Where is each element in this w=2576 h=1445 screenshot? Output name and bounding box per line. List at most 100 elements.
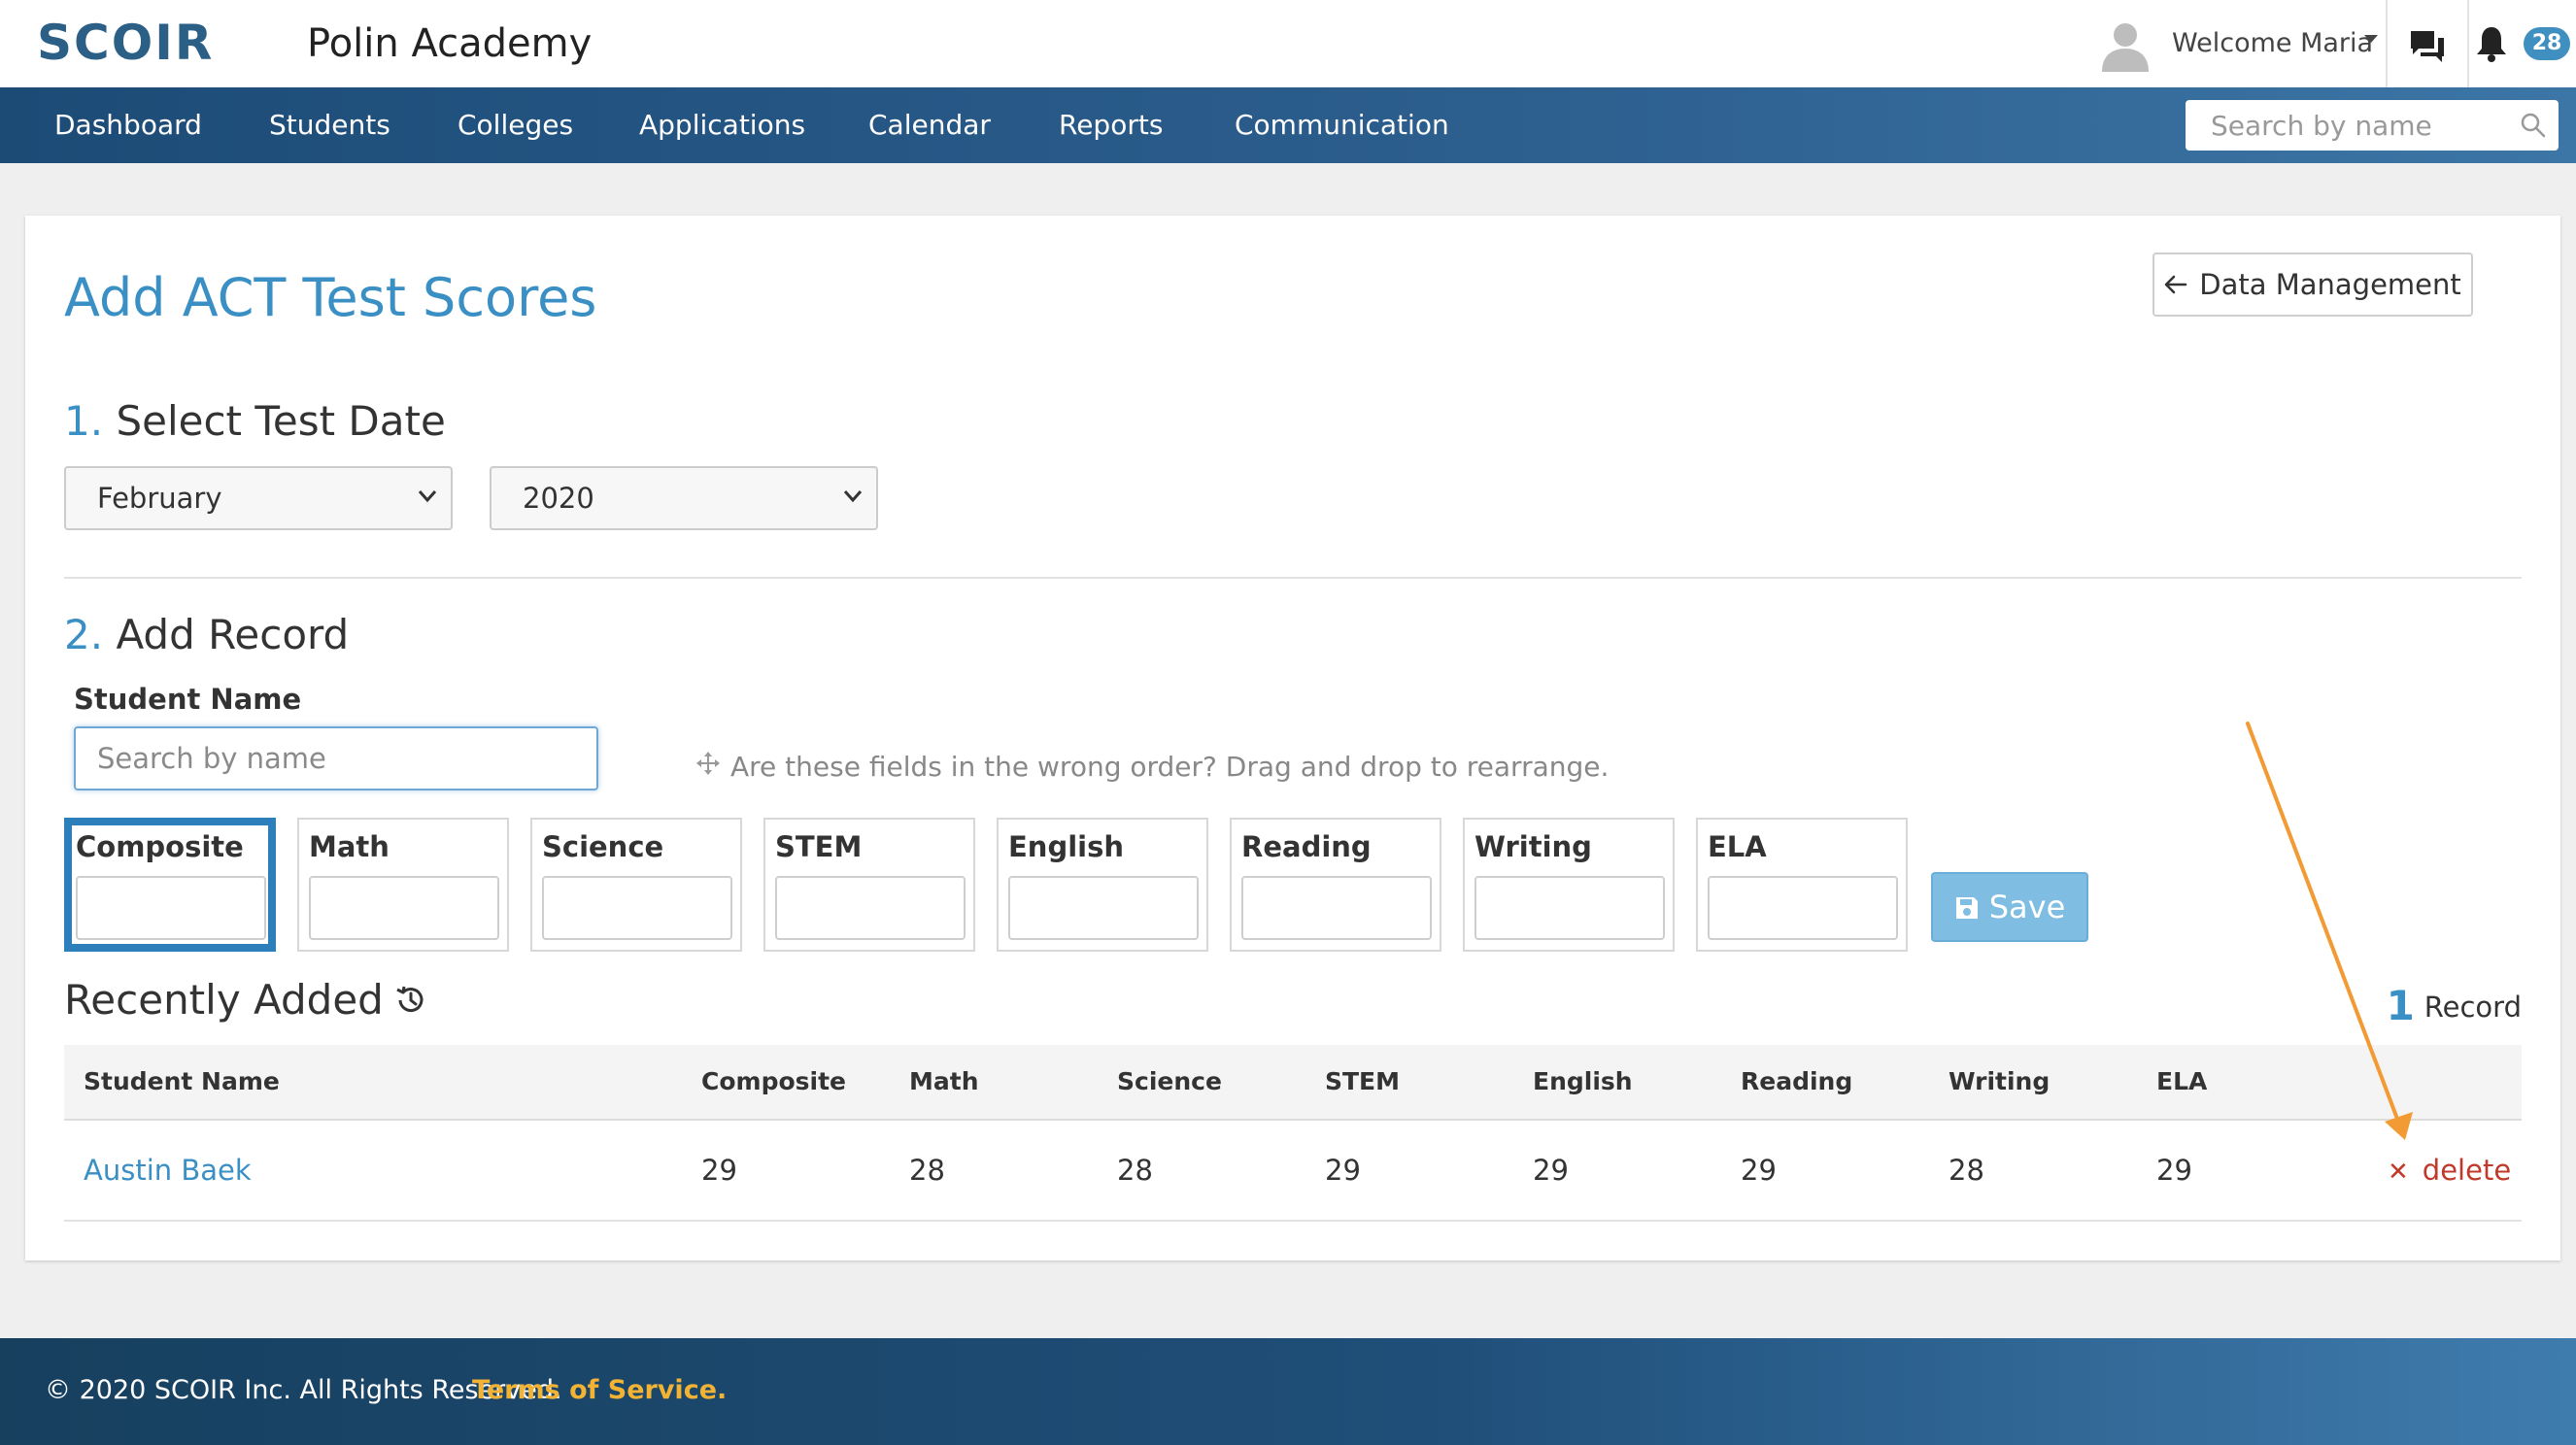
- chevron-down-icon[interactable]: [2364, 35, 2378, 43]
- score-cell: 29: [1533, 1154, 1569, 1187]
- welcome-user-menu[interactable]: Welcome Maria: [2172, 25, 2373, 62]
- score-field-english[interactable]: English: [997, 818, 1208, 952]
- data-management-button[interactable]: Data Management: [2152, 252, 2473, 317]
- score-cell: 29: [1325, 1154, 1361, 1187]
- nav-reports[interactable]: Reports: [1059, 87, 1163, 163]
- record-count-label: Record: [2423, 991, 2522, 1024]
- score-field-writing[interactable]: Writing: [1463, 818, 1675, 952]
- score-field-composite[interactable]: Composite: [64, 818, 276, 952]
- student-search-box: [74, 726, 598, 790]
- step2-title: Add Record: [116, 611, 350, 658]
- recently-added-title: Recently Added: [64, 976, 384, 1024]
- page-title: Add ACT Test Scores: [64, 267, 597, 328]
- score-cell: 29: [2156, 1154, 2192, 1187]
- step2-heading: 2. Add Record: [64, 608, 349, 662]
- column-header[interactable]: Science: [1117, 1045, 1222, 1119]
- math-score-input[interactable]: [309, 876, 499, 940]
- column-header[interactable]: Composite: [701, 1045, 846, 1119]
- record-count-number: 1: [2386, 982, 2415, 1029]
- main-card: Add ACT Test Scores Data Management 1. S…: [25, 216, 2560, 1260]
- composite-score-input[interactable]: [76, 876, 266, 940]
- nav-applications[interactable]: Applications: [639, 87, 805, 163]
- score-field-math[interactable]: Math: [297, 818, 509, 952]
- month-select-value: February: [97, 482, 222, 515]
- score-cell: 28: [909, 1154, 945, 1187]
- score-field-label: Science: [542, 830, 664, 863]
- ela-score-input[interactable]: [1708, 876, 1898, 940]
- nav-search-box: [2186, 100, 2559, 151]
- score-field-label: Writing: [1474, 830, 1592, 863]
- stem-score-input[interactable]: [775, 876, 966, 940]
- step2-number: 2.: [64, 611, 104, 658]
- column-header[interactable]: ELA: [2156, 1045, 2207, 1119]
- header-divider: [2467, 0, 2469, 87]
- notification-badge[interactable]: 28: [2524, 27, 2570, 60]
- table-row: Austin Baek 29 28 28 29 29 29 28 29 ✕ del…: [64, 1121, 2522, 1222]
- chevron-down-icon: [418, 490, 437, 503]
- main-nav: Dashboard Students Colleges Applications…: [0, 87, 2576, 163]
- score-field-stem[interactable]: STEM: [763, 818, 975, 952]
- student-name-link[interactable]: Austin Baek: [84, 1121, 252, 1220]
- user-avatar-icon[interactable]: [2098, 17, 2152, 72]
- search-icon[interactable]: [2520, 112, 2547, 139]
- nav-colleges[interactable]: Colleges: [458, 87, 573, 163]
- column-header[interactable]: Student Name: [84, 1045, 280, 1119]
- year-select-value: 2020: [523, 482, 594, 515]
- table-header: Student Name Composite Math Science STEM…: [64, 1045, 2522, 1121]
- section-divider: [64, 577, 2522, 579]
- month-select[interactable]: February: [64, 466, 453, 530]
- step1-heading: 1. Select Test Date: [64, 394, 446, 449]
- column-header[interactable]: English: [1533, 1045, 1633, 1119]
- drag-hint: Are these fields in the wrong order? Dra…: [695, 748, 1609, 787]
- writing-score-input[interactable]: [1474, 876, 1665, 940]
- column-header[interactable]: Math: [909, 1045, 979, 1119]
- nav-communication[interactable]: Communication: [1235, 87, 1449, 163]
- floppy-disk-icon: [1955, 897, 1978, 919]
- nav-dashboard[interactable]: Dashboard: [54, 87, 202, 163]
- score-field-label: ELA: [1708, 830, 1767, 863]
- reading-score-input[interactable]: [1241, 876, 1432, 940]
- scoir-logo[interactable]: SCOIR: [37, 14, 214, 72]
- english-score-input[interactable]: [1008, 876, 1199, 940]
- score-field-reading[interactable]: Reading: [1230, 818, 1441, 952]
- arrow-left-icon: [2165, 275, 2187, 294]
- score-field-label: English: [1008, 830, 1125, 863]
- top-header: SCOIR Polin Academy Welcome Maria 28: [0, 0, 2576, 87]
- score-field-science[interactable]: Science: [530, 818, 742, 952]
- year-select[interactable]: 2020: [490, 466, 878, 530]
- delete-button[interactable]: ✕ delete: [2388, 1121, 2511, 1222]
- history-icon: [396, 986, 424, 1013]
- chat-icon[interactable]: [2409, 29, 2446, 64]
- save-button[interactable]: Save: [1931, 872, 2088, 942]
- bell-icon[interactable]: [2475, 25, 2508, 62]
- column-header[interactable]: STEM: [1325, 1045, 1400, 1119]
- delete-label: delete: [2422, 1154, 2512, 1187]
- header-divider: [2386, 0, 2388, 87]
- column-header[interactable]: Reading: [1741, 1045, 1852, 1119]
- step1-title: Select Test Date: [116, 397, 446, 445]
- student-search-input[interactable]: [76, 728, 596, 789]
- score-cell: 29: [1741, 1154, 1777, 1187]
- score-cell: 28: [1117, 1154, 1153, 1187]
- page-footer: © 2020 SCOIR Inc. All Rights Reserved. T…: [0, 1338, 2576, 1445]
- score-field-label: Reading: [1241, 830, 1372, 863]
- score-field-label: Composite: [76, 830, 244, 863]
- score-cell: 29: [701, 1154, 737, 1187]
- save-button-label: Save: [1988, 889, 2066, 925]
- data-management-label: Data Management: [2199, 268, 2461, 301]
- column-header[interactable]: Writing: [1949, 1045, 2050, 1119]
- student-name-label: Student Name: [74, 683, 302, 716]
- score-field-ela[interactable]: ELA: [1696, 818, 1908, 952]
- nav-search-input[interactable]: [2186, 100, 2506, 151]
- nav-students[interactable]: Students: [269, 87, 390, 163]
- drag-hint-text: Are these fields in the wrong order? Dra…: [730, 751, 1610, 783]
- score-field-label: STEM: [775, 830, 863, 863]
- nav-calendar[interactable]: Calendar: [868, 87, 991, 163]
- record-count: 1 Record: [2387, 985, 2522, 1028]
- science-score-input[interactable]: [542, 876, 732, 940]
- chevron-down-icon: [843, 490, 863, 503]
- recently-added-heading: Recently Added: [64, 973, 428, 1027]
- score-cell: 28: [1949, 1154, 1984, 1187]
- terms-of-service-link[interactable]: Terms of Service.: [472, 1371, 727, 1410]
- score-field-label: Math: [309, 830, 390, 863]
